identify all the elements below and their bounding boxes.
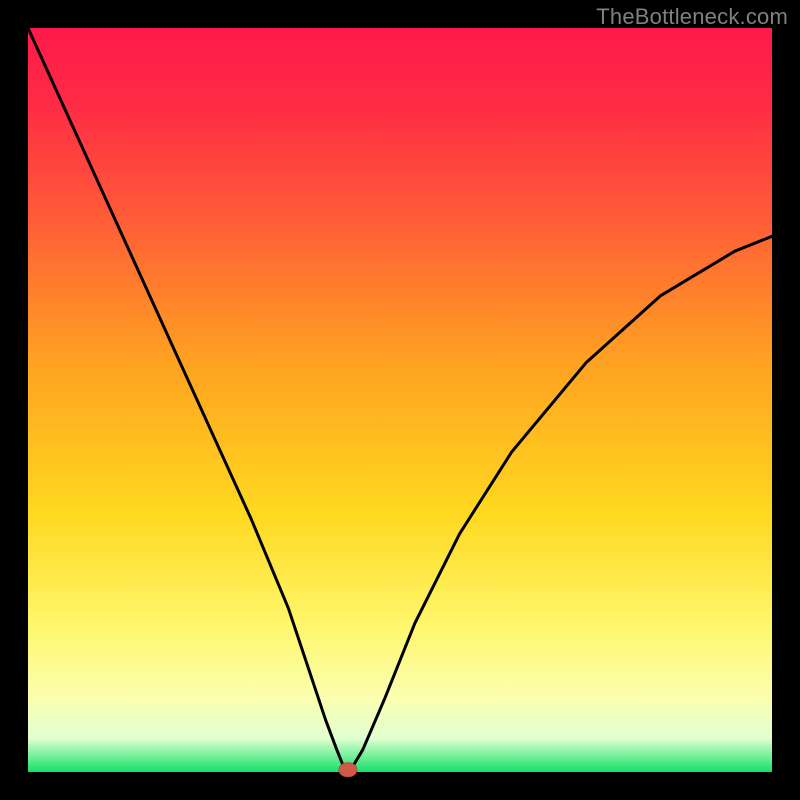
bottleneck-chart [0, 0, 800, 800]
chart-frame: TheBottleneck.com [0, 0, 800, 800]
watermark-text: TheBottleneck.com [596, 4, 788, 30]
optimal-point-marker [339, 763, 357, 777]
